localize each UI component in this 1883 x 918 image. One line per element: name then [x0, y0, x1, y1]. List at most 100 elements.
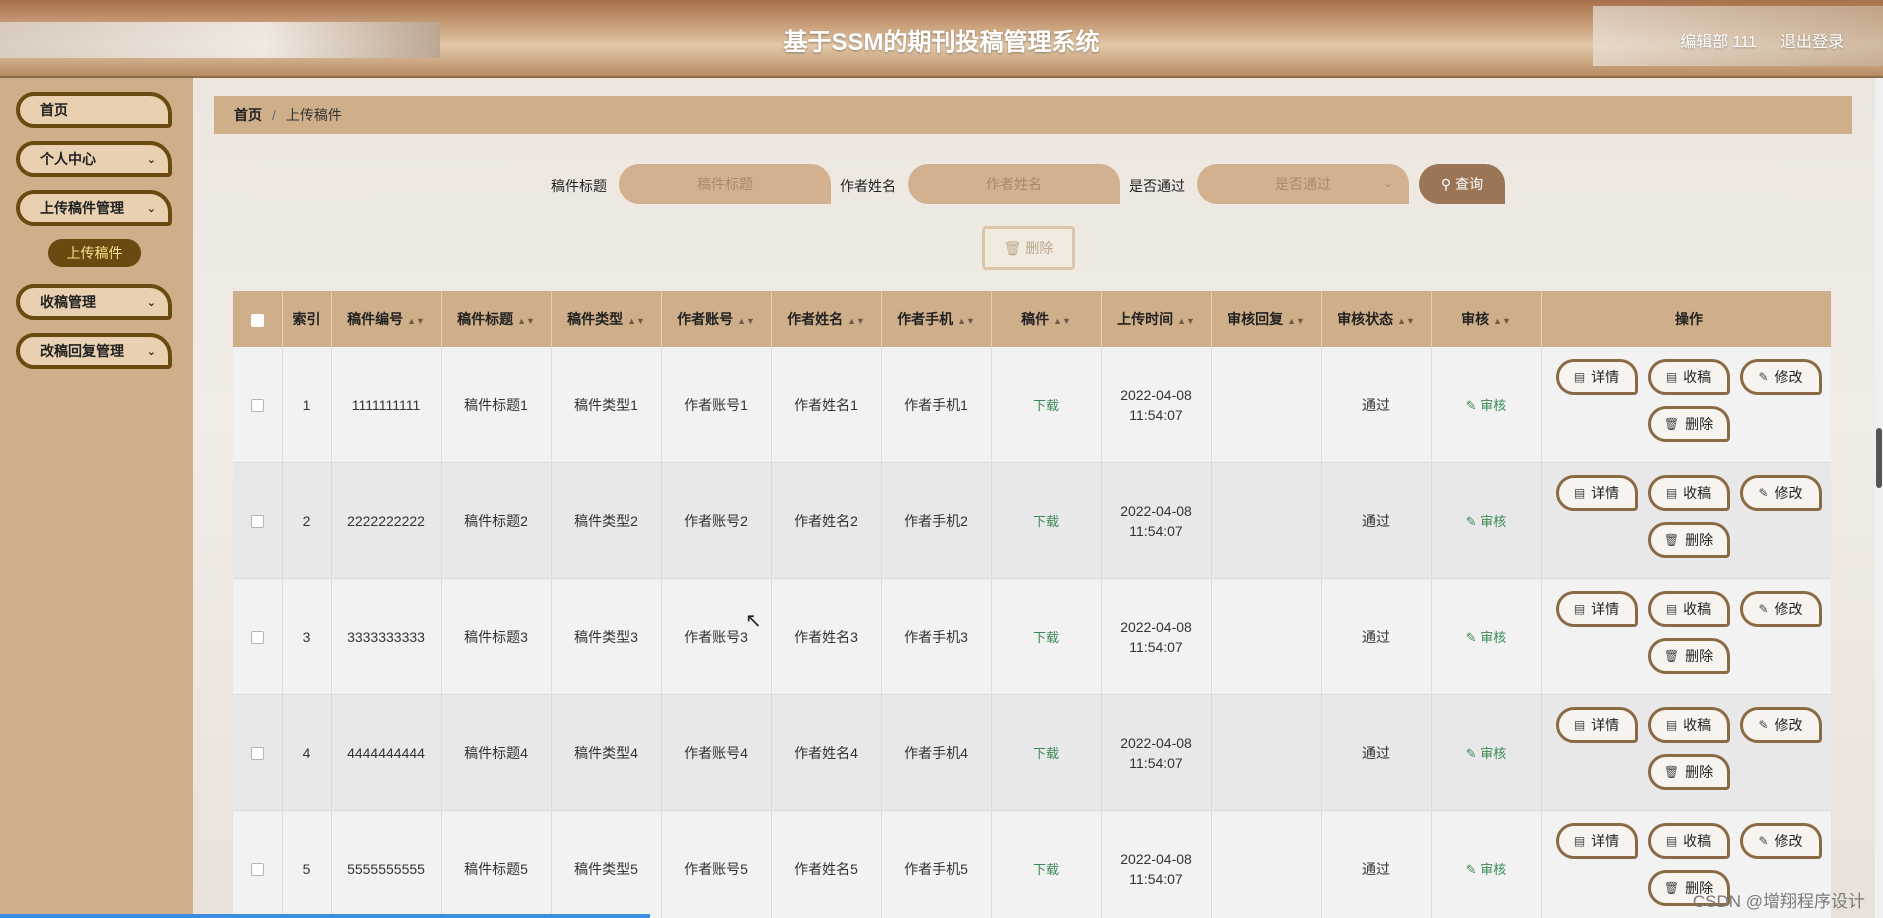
sidebar-item-reply-manage[interactable]: 改稿回复管理 ⌄ — [16, 333, 172, 369]
sidebar-subitem-upload[interactable]: 上传稿件 — [48, 239, 141, 267]
column-header[interactable]: 稿件编号 ▲▼ — [331, 291, 442, 347]
column-header[interactable]: 上传时间 ▲▼ — [1101, 291, 1212, 347]
column-header[interactable]: 审核 ▲▼ — [1431, 291, 1542, 347]
sidebar-item-home[interactable]: 首页 — [16, 92, 172, 128]
audit-label: 审核 — [1480, 746, 1507, 761]
document-icon: ▤ — [1665, 486, 1678, 500]
download-link[interactable]: 下载 — [1033, 514, 1059, 529]
trash-icon: 🗑 — [1663, 649, 1680, 663]
column-header[interactable]: 审核状态 ▲▼ — [1321, 291, 1432, 347]
download-link[interactable]: 下载 — [1033, 862, 1059, 877]
audit-link[interactable]: ✎ 审核 — [1466, 398, 1507, 413]
cell-file: 下载 — [991, 347, 1102, 463]
audit-label: 审核 — [1480, 398, 1507, 413]
delete-button[interactable]: 🗑 删除 — [1647, 406, 1730, 442]
scrollbar-thumb[interactable] — [1876, 428, 1882, 488]
trash-icon: 🗑 — [1663, 765, 1680, 779]
upload-date: 2022-04-08 — [1120, 618, 1192, 635]
row-checkbox[interactable] — [250, 631, 264, 645]
row-checkbox[interactable] — [250, 747, 264, 761]
column-header[interactable]: 审核回复 ▲▼ — [1211, 291, 1322, 347]
app-header: 基于SSM的期刊投稿管理系统 编辑部 111 退出登录 — [0, 0, 1883, 78]
column-header[interactable]: 作者手机 ▲▼ — [881, 291, 992, 347]
column-header[interactable]: 作者姓名 ▲▼ — [771, 291, 882, 347]
edit-button[interactable]: ✎ 修改 — [1739, 475, 1822, 511]
cell-status: 通过 — [1321, 578, 1432, 695]
row-checkbox[interactable] — [250, 515, 264, 529]
cell-ops: ▤ 详情 ▤ 收稿 ✎ 修改 🗑 删除 — [1541, 694, 1831, 811]
column-header[interactable]: 作者账号 ▲▼ — [661, 291, 772, 347]
receive-button[interactable]: ▤ 收稿 — [1647, 707, 1730, 743]
upload-date: 2022-04-08 — [1120, 850, 1192, 867]
cell-file: 下载 — [991, 462, 1102, 579]
page-scrollbar[interactable] — [1875, 78, 1883, 918]
download-link[interactable]: 下载 — [1033, 630, 1059, 645]
table-header-row: 索引 稿件编号 ▲▼ 稿件标题 ▲▼ 稿件类型 ▲▼ 作者账号 ▲▼ 作者姓名 ▲▼ 作者… — [233, 291, 1831, 347]
detail-button[interactable]: ▤ 详情 — [1555, 475, 1638, 511]
download-link[interactable]: 下载 — [1033, 746, 1059, 761]
upload-date: 2022-04-08 — [1120, 734, 1192, 751]
detail-button[interactable]: ▤ 详情 — [1555, 707, 1638, 743]
cell-file: 下载 — [991, 810, 1102, 918]
sidebar-item-upload-manage[interactable]: 上传稿件管理 ⌄ — [16, 190, 172, 226]
cell-phone: 作者手机5 — [881, 810, 992, 918]
cell-file: 下载 — [991, 694, 1102, 811]
pass-select[interactable] — [1197, 164, 1409, 204]
pen-icon: ✎ — [1465, 862, 1481, 877]
cell-audit: ✎ 审核 — [1431, 578, 1542, 695]
cell-type: 稿件类型3 — [551, 578, 662, 695]
edit-button[interactable]: ✎ 修改 — [1739, 707, 1822, 743]
sidebar-item-receive-manage[interactable]: 收稿管理 ⌄ — [16, 284, 172, 320]
cell-account: 作者账号4 — [661, 694, 772, 811]
receive-button[interactable]: ▤ 收稿 — [1647, 359, 1730, 395]
receive-label: 收稿 — [1683, 717, 1712, 733]
cell-phone: 作者手机4 — [881, 694, 992, 811]
receive-button[interactable]: ▤ 收稿 — [1647, 823, 1730, 859]
edit-button[interactable]: ✎ 修改 — [1739, 823, 1822, 859]
column-header[interactable]: 稿件 ▲▼ — [991, 291, 1102, 347]
audit-link[interactable]: ✎ 审核 — [1466, 746, 1507, 761]
audit-link[interactable]: ✎ 审核 — [1466, 630, 1507, 645]
logout-link[interactable]: 退出登录 — [1780, 28, 1844, 52]
cell-type: 稿件类型2 — [551, 462, 662, 579]
query-button[interactable]: ⚲ 查询 — [1419, 164, 1505, 204]
row-checkbox[interactable] — [250, 863, 264, 877]
column-header[interactable]: 稿件类型 ▲▼ — [551, 291, 662, 347]
receive-button[interactable]: ▤ 收稿 — [1647, 475, 1730, 511]
row-select-cell — [233, 694, 283, 811]
chevron-down-icon: ⌄ — [146, 154, 156, 166]
detail-button[interactable]: ▤ 详情 — [1555, 591, 1638, 627]
column-header: 操作 — [1541, 291, 1831, 347]
row-select-cell — [233, 462, 283, 579]
delete-button[interactable]: 🗑 删除 — [1647, 522, 1730, 558]
title-search-input[interactable] — [619, 164, 831, 204]
sidebar-item-label: 个人中心 — [40, 151, 96, 167]
select-all-checkbox[interactable] — [250, 313, 264, 327]
batch-delete-button[interactable]: 🗑 删除 — [982, 226, 1075, 270]
pen-icon: ✎ — [1465, 630, 1481, 645]
delete-button[interactable]: 🗑 删除 — [1647, 754, 1730, 790]
audit-link[interactable]: ✎ 审核 — [1466, 862, 1507, 877]
delete-button[interactable]: 🗑 删除 — [1647, 638, 1730, 674]
edit-button[interactable]: ✎ 修改 — [1739, 359, 1822, 395]
breadcrumb-home[interactable]: 首页 — [234, 105, 262, 125]
audit-link[interactable]: ✎ 审核 — [1466, 514, 1507, 529]
download-link[interactable]: 下载 — [1033, 398, 1059, 413]
cell-reply — [1211, 462, 1322, 579]
row-checkbox[interactable] — [250, 399, 264, 413]
document-icon: ▤ — [1573, 718, 1586, 732]
column-header[interactable]: 稿件标题 ▲▼ — [441, 291, 552, 347]
cell-title: 稿件标题1 — [441, 347, 552, 463]
upload-time: 11:54:07 — [1129, 522, 1183, 539]
sidebar-item-personal-center[interactable]: 个人中心 ⌄ — [16, 141, 172, 177]
sidebar-item-label: 上传稿件管理 — [40, 200, 124, 216]
detail-label: 详情 — [1591, 833, 1620, 849]
upload-date: 2022-04-08 — [1120, 386, 1192, 403]
detail-button[interactable]: ▤ 详情 — [1555, 823, 1638, 859]
detail-button[interactable]: ▤ 详情 — [1555, 359, 1638, 395]
cell-ops: ▤ 详情 ▤ 收稿 ✎ 修改 🗑 删除 — [1541, 578, 1831, 695]
receive-button[interactable]: ▤ 收稿 — [1647, 591, 1730, 627]
author-search-input[interactable] — [908, 164, 1120, 204]
select-all-header — [233, 291, 283, 347]
edit-button[interactable]: ✎ 修改 — [1739, 591, 1822, 627]
